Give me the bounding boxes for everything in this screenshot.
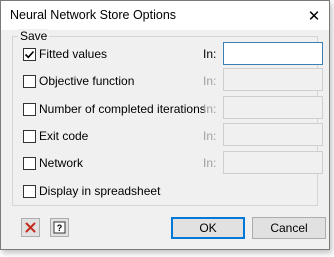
network-in-field (223, 151, 323, 174)
fitted-values-in-label: In: (203, 47, 217, 61)
clear-button[interactable] (21, 218, 40, 237)
checkmark-icon (24, 50, 35, 58)
fitted-values-checkbox[interactable] (23, 47, 36, 61)
help-button[interactable]: ? (50, 218, 69, 237)
completed-iterations-option[interactable]: Number of completed iterations (23, 101, 206, 117)
objective-function-in-label: In: (203, 74, 217, 88)
exit-code-in-label: In: (203, 129, 217, 143)
network-in-label: In: (203, 156, 217, 170)
exit-code-in-field (223, 123, 323, 146)
help-question-icon: ? (53, 221, 66, 234)
display-spreadsheet-option[interactable]: Display in spreadsheet (23, 183, 160, 199)
objective-function-label: Objective function (39, 74, 135, 88)
svg-text:?: ? (57, 223, 63, 233)
red-x-icon (25, 222, 36, 233)
network-checkbox[interactable] (23, 156, 36, 170)
ok-button[interactable]: OK (171, 217, 245, 239)
completed-iterations-checkbox[interactable] (23, 102, 36, 116)
completed-iterations-label: Number of completed iterations (39, 102, 206, 116)
cancel-button[interactable]: Cancel (252, 217, 326, 239)
display-spreadsheet-label: Display in spreadsheet (39, 184, 161, 198)
close-icon[interactable]: ✕ (306, 8, 322, 24)
exit-code-label: Exit code (39, 129, 89, 143)
objective-function-option[interactable]: Objective function (23, 73, 134, 89)
fitted-values-in-field[interactable] (223, 42, 323, 65)
title-bar: Neural Network Store Options ✕ (1, 1, 329, 30)
objective-function-in-field (223, 68, 323, 91)
save-group-label: Save (18, 29, 50, 43)
network-option[interactable]: Network (23, 155, 83, 171)
completed-iterations-in-label: In: (203, 102, 217, 116)
network-label: Network (39, 156, 84, 170)
fitted-values-option[interactable]: Fitted values (23, 46, 107, 62)
completed-iterations-in-field (223, 96, 323, 119)
fitted-values-label: Fitted values (39, 47, 108, 61)
exit-code-checkbox[interactable] (23, 129, 36, 143)
display-spreadsheet-checkbox[interactable] (23, 184, 36, 198)
objective-function-checkbox[interactable] (23, 74, 36, 88)
window-title: Neural Network Store Options (10, 8, 177, 22)
exit-code-option[interactable]: Exit code (23, 128, 88, 144)
